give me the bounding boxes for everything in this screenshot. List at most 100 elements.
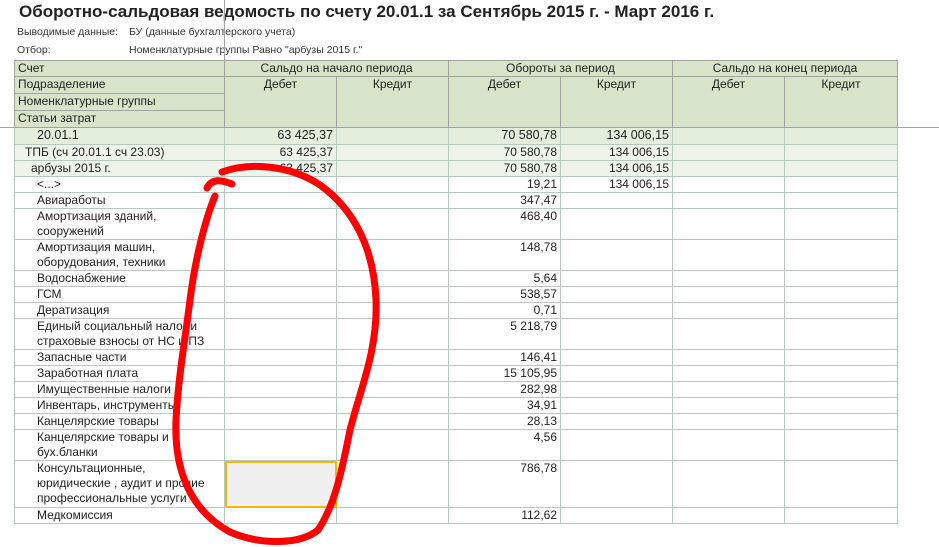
cell-ec[interactable] bbox=[784, 208, 898, 240]
row-label[interactable]: Медкомиссия bbox=[14, 507, 225, 524]
cell-oc[interactable] bbox=[560, 413, 673, 430]
cell-sd[interactable] bbox=[224, 270, 337, 287]
table-row[interactable]: Медкомиссия 112,62 bbox=[14, 507, 898, 524]
cell-ed[interactable] bbox=[672, 349, 785, 366]
cell-oc[interactable] bbox=[560, 365, 673, 382]
row-label[interactable]: Запасные части bbox=[14, 349, 225, 366]
cell-sc[interactable] bbox=[336, 144, 449, 161]
cell-od[interactable]: 34,91 bbox=[448, 397, 561, 414]
cell-ec[interactable] bbox=[784, 365, 898, 382]
cell-sc[interactable] bbox=[336, 192, 449, 209]
cell-ed[interactable] bbox=[672, 507, 785, 524]
row-label[interactable]: Инвентарь, инструменты bbox=[14, 397, 225, 414]
cell-oc[interactable] bbox=[560, 397, 673, 414]
row-label[interactable]: Канцелярские товары и бух.бланки bbox=[14, 429, 225, 461]
cell-sc[interactable] bbox=[336, 318, 449, 350]
row-label[interactable]: Авиаработы bbox=[14, 192, 225, 209]
cell-sd[interactable] bbox=[224, 176, 337, 193]
row-label[interactable]: ТПБ (сч 20.01.1 сч 23.03) bbox=[14, 144, 225, 161]
cell-oc[interactable] bbox=[560, 208, 673, 240]
cell-od[interactable]: 0,71 bbox=[448, 302, 561, 319]
cell-oc[interactable] bbox=[560, 429, 673, 461]
cell-sd[interactable] bbox=[224, 286, 337, 303]
cell-od[interactable]: 282,98 bbox=[448, 381, 561, 398]
cell-sd[interactable] bbox=[224, 397, 337, 414]
table-row[interactable]: Заработная плата 15 105,95 bbox=[14, 365, 898, 382]
cell-ec[interactable] bbox=[784, 192, 898, 209]
cell-ec[interactable] bbox=[784, 286, 898, 303]
cell-sd[interactable] bbox=[224, 381, 337, 398]
cell-sc[interactable] bbox=[336, 176, 449, 193]
cell-oc[interactable]: 134 006,15 bbox=[560, 127, 673, 145]
table-row[interactable]: Канцелярские товары и бух.бланки 4,56 bbox=[14, 429, 898, 461]
cell-od[interactable]: 347,47 bbox=[448, 192, 561, 209]
cell-ec[interactable] bbox=[784, 349, 898, 366]
table-row[interactable]: 20.01.1 63 425,37 70 580,78 134 006,15 bbox=[14, 127, 898, 145]
cell-od[interactable]: 5,64 bbox=[448, 270, 561, 287]
table-row[interactable]: Запасные части 146,41 bbox=[14, 349, 898, 366]
cell-sd[interactable]: 63 425,37 bbox=[224, 127, 337, 145]
cell-oc[interactable] bbox=[560, 349, 673, 366]
table-row[interactable]: Амортизация машин, оборудования, техники… bbox=[14, 239, 898, 271]
row-label[interactable]: Единый социальный налог и страховые взно… bbox=[14, 318, 225, 350]
cell-ed[interactable] bbox=[672, 270, 785, 287]
cell-ed[interactable] bbox=[672, 286, 785, 303]
cell-sd[interactable] bbox=[224, 208, 337, 240]
cell-sd[interactable] bbox=[224, 429, 337, 461]
cell-oc[interactable] bbox=[560, 318, 673, 350]
cell-oc[interactable]: 134 006,15 bbox=[560, 160, 673, 177]
cell-od[interactable]: 786,78 bbox=[448, 460, 561, 508]
table-row[interactable]: арбузы 2015 г. 63 425,37 70 580,78 134 006,… bbox=[14, 160, 898, 177]
cell-oc[interactable] bbox=[560, 239, 673, 271]
row-label[interactable]: Имущественные налоги bbox=[14, 381, 225, 398]
cell-sc[interactable] bbox=[336, 160, 449, 177]
cell-oc[interactable] bbox=[560, 460, 673, 508]
cell-od[interactable]: 4,56 bbox=[448, 429, 561, 461]
cell-ec[interactable] bbox=[784, 460, 898, 508]
cell-sd[interactable] bbox=[224, 349, 337, 366]
cell-sc[interactable] bbox=[336, 413, 449, 430]
cell-ed[interactable] bbox=[672, 413, 785, 430]
cell-sd[interactable] bbox=[224, 507, 337, 524]
cell-ec[interactable] bbox=[784, 429, 898, 461]
cell-ec[interactable] bbox=[784, 176, 898, 193]
cell-ed[interactable] bbox=[672, 192, 785, 209]
cell-ec[interactable] bbox=[784, 302, 898, 319]
table-row[interactable]: Инвентарь, инструменты 34,91 bbox=[14, 397, 898, 414]
table-row[interactable]: Дератизация 0,71 bbox=[14, 302, 898, 319]
cell-od[interactable]: 5 218,79 bbox=[448, 318, 561, 350]
cell-ec[interactable] bbox=[784, 239, 898, 271]
cell-ed[interactable] bbox=[672, 429, 785, 461]
cell-sc[interactable] bbox=[336, 349, 449, 366]
cell-sd[interactable]: 63 425,37 bbox=[224, 160, 337, 177]
cell-ed[interactable] bbox=[672, 318, 785, 350]
cell-oc[interactable] bbox=[560, 270, 673, 287]
table-row[interactable]: Амортизация зданий, сооружений 468,40 bbox=[14, 208, 898, 240]
cell-ed[interactable] bbox=[672, 365, 785, 382]
cell-sd[interactable]: 63 425,37 bbox=[224, 144, 337, 161]
cell-od[interactable]: 148,78 bbox=[448, 239, 561, 271]
table-row[interactable]: Единый социальный налог и страховые взно… bbox=[14, 318, 898, 350]
row-label[interactable]: <...> bbox=[14, 176, 225, 193]
cell-ec[interactable] bbox=[784, 507, 898, 524]
cell-od[interactable]: 70 580,78 bbox=[448, 160, 561, 177]
table-row[interactable]: Канцелярские товары 28,13 bbox=[14, 413, 898, 430]
cell-sd[interactable] bbox=[224, 239, 337, 271]
cell-sd[interactable] bbox=[224, 318, 337, 350]
cell-sd[interactable] bbox=[224, 192, 337, 209]
cell-sc[interactable] bbox=[336, 429, 449, 461]
cell-sc[interactable] bbox=[336, 381, 449, 398]
cell-ed[interactable] bbox=[672, 460, 785, 508]
cell-oc[interactable] bbox=[560, 302, 673, 319]
cell-ec[interactable] bbox=[784, 144, 898, 161]
cell-ed[interactable] bbox=[672, 144, 785, 161]
cell-ec[interactable] bbox=[784, 127, 898, 145]
row-label[interactable]: Дератизация bbox=[14, 302, 225, 319]
cell-oc[interactable] bbox=[560, 286, 673, 303]
cell-od[interactable]: 146,41 bbox=[448, 349, 561, 366]
cell-od[interactable]: 15 105,95 bbox=[448, 365, 561, 382]
row-label[interactable]: Канцелярские товары bbox=[14, 413, 225, 430]
row-label[interactable]: Амортизация машин, оборудования, техники bbox=[14, 239, 225, 271]
cell-ec[interactable] bbox=[784, 318, 898, 350]
cell-sc[interactable] bbox=[336, 460, 449, 508]
